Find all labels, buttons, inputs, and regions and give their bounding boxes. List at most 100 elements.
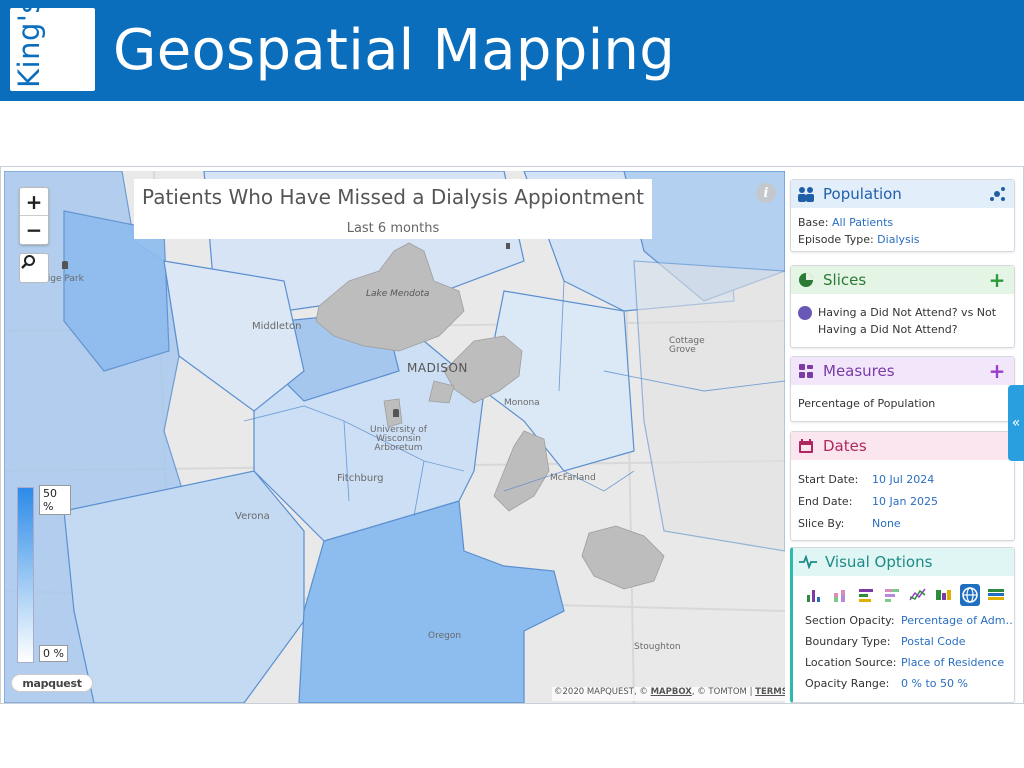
slice-by-value[interactable]: None xyxy=(872,515,901,532)
measures-title: Measures xyxy=(823,362,895,380)
attribution-mapbox-link[interactable]: MAPBOX xyxy=(651,687,692,697)
start-date-value[interactable]: 10 Jul 2024 xyxy=(872,471,934,488)
collapse-panel-button[interactable]: « xyxy=(1008,385,1024,461)
map-search-button[interactable] xyxy=(19,253,49,283)
place-label-uw-arboretum: University of Wisconsin Arboretum xyxy=(370,425,427,453)
section-opacity-label: Section Opacity: xyxy=(805,614,895,627)
line-chart-icon[interactable] xyxy=(908,584,929,606)
opacity-range-label: Opacity Range: xyxy=(805,677,890,690)
slices-header[interactable]: Slices + xyxy=(791,266,1014,294)
slices-card: Slices + Having a Did Not Attend? vs Not… xyxy=(790,265,1015,348)
opacity-range-row: Opacity Range: 0 % to 50 % xyxy=(793,673,1014,694)
add-measure-button[interactable]: + xyxy=(987,359,1007,383)
measures-header[interactable]: Measures + xyxy=(791,357,1014,385)
measures-card: Measures + Percentage of Population xyxy=(790,356,1015,422)
zoom-control: + − xyxy=(19,187,49,245)
attribution-mid: , © TOMTOM | xyxy=(691,687,756,697)
start-date-row: Start Date: 10 Jul 2024 xyxy=(798,468,1007,490)
zoom-in-button[interactable]: + xyxy=(20,188,48,216)
dates-body: Start Date: 10 Jul 2024 End Date: 10 Jan 2… xyxy=(791,460,1014,540)
place-label-monona: Monona xyxy=(504,398,540,408)
slices-body: Having a Did Not Attend? vs Not Having a… xyxy=(791,294,1014,344)
population-body: Base: All Patients Episode Type: Dialysi… xyxy=(791,208,1014,254)
population-card: Population Base: All Patients Episode Ty… xyxy=(790,179,1015,252)
place-label-middleton: Middleton xyxy=(252,321,302,332)
legend-max-label: 50 % xyxy=(39,485,71,515)
attribution-terms-link[interactable]: TERMS xyxy=(755,687,785,697)
opacity-range-value[interactable]: 0 % to 50 % xyxy=(901,677,1013,690)
map-legend: 50 % 0 % xyxy=(13,483,71,669)
mapquest-logo[interactable]: mapquest xyxy=(11,674,93,692)
place-label-madison: MADISON xyxy=(407,361,468,375)
pulse-icon xyxy=(799,553,817,571)
search-icon xyxy=(21,255,35,269)
population-header[interactable]: Population xyxy=(791,180,1014,208)
map-subtitle: Last 6 months xyxy=(346,221,440,236)
visual-options-card: Visual Options Section Opacity: Percentag… xyxy=(790,547,1015,703)
add-slice-button[interactable]: + xyxy=(987,268,1007,292)
logo-text: King's xyxy=(12,8,46,88)
visual-options-title: Visual Options xyxy=(825,553,933,571)
episode-label: Episode Type: xyxy=(798,233,874,246)
location-source-row: Location Source: Place of Residence xyxy=(793,652,1014,673)
map-title-box: Patients Who Have Missed a Dialysis Appi… xyxy=(134,179,652,239)
dates-title: Dates xyxy=(823,437,867,455)
place-label-lake-mendota: Lake Mendota xyxy=(366,289,430,299)
share-nodes-icon[interactable] xyxy=(987,184,1007,204)
calendar-icon xyxy=(797,437,815,455)
base-label: Base: xyxy=(798,216,829,229)
heatmap-icon[interactable] xyxy=(934,584,955,606)
slice-item[interactable]: Having a Did Not Attend? vs Not Having a… xyxy=(818,304,996,338)
poi-marker-icon xyxy=(393,409,399,417)
end-date-value[interactable]: 10 Jan 2025 xyxy=(872,493,938,510)
place-label-oregon: Oregon xyxy=(428,631,462,641)
slice-by-row: Slice By: None xyxy=(798,512,1007,534)
place-label-fitchburg: Fitchburg xyxy=(337,473,384,484)
measure-item[interactable]: Percentage of Population xyxy=(798,395,1007,412)
end-date-label: End Date: xyxy=(798,494,853,508)
legend-min-label: 0 % xyxy=(39,645,68,662)
boundary-type-value[interactable]: Postal Code xyxy=(901,635,1013,648)
map-attribution: ©2020 MAPQUEST, © MAPBOX, © TOMTOM | TER… xyxy=(552,687,785,701)
measures-body: Percentage of Population xyxy=(791,385,1014,418)
slice-by-label: Slice By: xyxy=(798,516,845,530)
people-icon xyxy=(797,185,815,203)
boundary-type-label: Boundary Type: xyxy=(805,635,891,648)
slice-item-line1: Having a Did Not Attend? vs Not xyxy=(818,306,997,319)
location-source-value[interactable]: Place of Residence xyxy=(901,656,1013,669)
boundary-type-row: Boundary Type: Postal Code xyxy=(793,631,1014,652)
place-label-verona: Verona xyxy=(235,511,270,522)
bar-chart-icon[interactable] xyxy=(805,584,826,606)
map-view[interactable]: estige Park Lake Mendota Middleton MADIS… xyxy=(4,171,785,703)
section-opacity-row: Section Opacity: Percentage of Adm… xyxy=(793,610,1014,631)
episode-value-link[interactable]: Dialysis xyxy=(877,233,919,246)
map-icon[interactable] xyxy=(959,584,981,606)
table-icon[interactable] xyxy=(985,584,1006,606)
pie-slice-icon xyxy=(797,271,815,289)
place-label-stoughton: Stoughton xyxy=(634,642,681,652)
horizontal-bar-icon[interactable] xyxy=(857,584,878,606)
dashboard-frame: estige Park Lake Mendota Middleton MADIS… xyxy=(0,166,1024,704)
poi-marker-icon xyxy=(62,261,68,269)
horizontal-stacked-icon[interactable] xyxy=(882,584,903,606)
place-label-cottage-grove: Cottage Grove xyxy=(669,336,705,355)
attribution-prefix: ©2020 MAPQUEST, © xyxy=(554,687,651,697)
zoom-out-button[interactable]: − xyxy=(20,216,48,244)
dates-header[interactable]: Dates xyxy=(791,432,1014,460)
visual-options-header[interactable]: Visual Options xyxy=(793,548,1014,576)
measure-person-icon xyxy=(797,362,815,380)
stacked-bar-icon[interactable] xyxy=(831,584,852,606)
info-icon[interactable]: i xyxy=(756,183,776,203)
location-source-label: Location Source: xyxy=(805,656,897,669)
population-base-row: Base: All Patients xyxy=(798,214,1007,231)
population-title: Population xyxy=(823,185,902,203)
poi-marker-icon xyxy=(506,243,510,249)
slice-item-line2: Having a Did Not Attend? xyxy=(818,323,958,336)
section-opacity-value[interactable]: Percentage of Adm… xyxy=(901,614,1013,627)
map-title: Patients Who Have Missed a Dialysis Appi… xyxy=(142,185,644,209)
place-label-mcfarland: McFarland xyxy=(550,473,596,483)
slices-title: Slices xyxy=(823,271,867,289)
legend-gradient-bar xyxy=(17,487,34,663)
base-value-link[interactable]: All Patients xyxy=(832,216,893,229)
population-episode-row: Episode Type: Dialysis xyxy=(798,231,1007,248)
